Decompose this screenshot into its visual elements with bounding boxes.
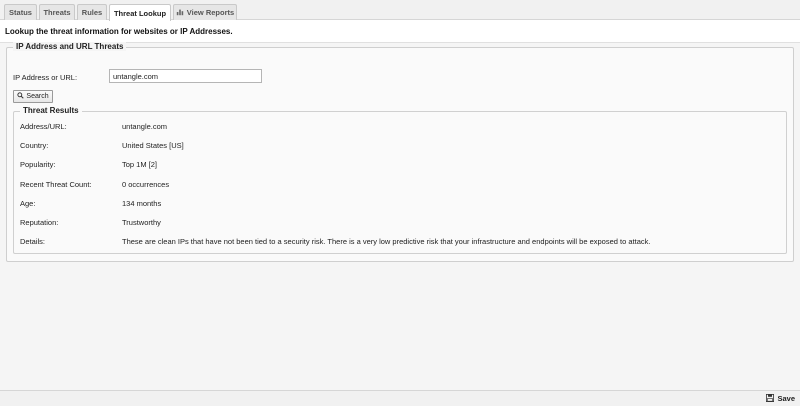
tab-threats[interactable]: Threats bbox=[39, 4, 75, 20]
results-legend: Threat Results bbox=[20, 106, 82, 115]
result-key: Address/URL: bbox=[20, 122, 67, 131]
result-key: Age: bbox=[20, 199, 36, 208]
tab-label: Threats bbox=[43, 8, 71, 17]
tab-bar: Status Threats Rules Threat Lookup View … bbox=[0, 0, 800, 21]
result-row-age: Age: 134 months bbox=[20, 199, 780, 211]
save-button-label: Save bbox=[777, 394, 795, 403]
lookup-legend: IP Address and URL Threats bbox=[13, 42, 127, 51]
result-value: untangle.com bbox=[122, 122, 168, 131]
search-button-label: Search bbox=[26, 93, 49, 100]
result-value: Top 1M [2] bbox=[122, 160, 158, 169]
tab-rules[interactable]: Rules bbox=[77, 4, 107, 20]
results-fieldset: Threat Results Address/URL: untangle.com… bbox=[13, 106, 787, 254]
tab-label: View Reports bbox=[186, 8, 235, 17]
ip-url-label: IP Address or URL: bbox=[13, 73, 78, 82]
tab-label: Rules bbox=[81, 8, 103, 17]
tab-status[interactable]: Status bbox=[4, 4, 37, 20]
result-value: United States [US] bbox=[122, 141, 184, 150]
tab-threat-lookup[interactable]: Threat Lookup bbox=[109, 4, 171, 21]
search-button[interactable]: Search bbox=[13, 90, 53, 103]
main-content: IP Address and URL Threats IP Address or… bbox=[0, 42, 800, 390]
page-description: Lookup the threat information for websit… bbox=[5, 27, 233, 36]
result-key: Country: bbox=[20, 141, 49, 150]
result-row-country: Country: United States [US] bbox=[20, 141, 780, 153]
save-icon bbox=[766, 393, 775, 404]
tab-label: Threat Lookup bbox=[113, 8, 167, 18]
result-value: These are clean IPs that have not been t… bbox=[122, 237, 651, 246]
result-value: 134 months bbox=[122, 199, 162, 208]
result-key: Recent Threat Count: bbox=[20, 180, 92, 189]
result-row-popularity: Popularity: Top 1M [2] bbox=[20, 160, 780, 172]
tab-label: Status bbox=[9, 8, 32, 17]
result-value: Trustworthy bbox=[122, 218, 161, 227]
save-button[interactable]: Save bbox=[766, 393, 795, 404]
result-row-reputation: Reputation: Trustworthy bbox=[20, 218, 780, 230]
lookup-fieldset: IP Address and URL Threats IP Address or… bbox=[6, 42, 794, 262]
ip-url-input[interactable] bbox=[109, 69, 262, 83]
footer-bar: Save bbox=[0, 390, 800, 406]
result-row-threat-count: Recent Threat Count: 0 occurrences bbox=[20, 180, 780, 192]
chart-icon bbox=[176, 8, 184, 18]
result-key: Popularity: bbox=[20, 160, 56, 169]
result-value: 0 occurrences bbox=[122, 180, 170, 189]
result-key: Details: bbox=[20, 237, 46, 246]
result-key: Reputation: bbox=[20, 218, 59, 227]
page-header: Lookup the threat information for websit… bbox=[0, 21, 800, 43]
result-row-details: Details: These are clean IPs that have n… bbox=[20, 237, 780, 249]
result-row-address: Address/URL: untangle.com bbox=[20, 122, 780, 134]
search-icon bbox=[17, 92, 25, 101]
tab-view-reports[interactable]: View Reports bbox=[173, 4, 237, 20]
